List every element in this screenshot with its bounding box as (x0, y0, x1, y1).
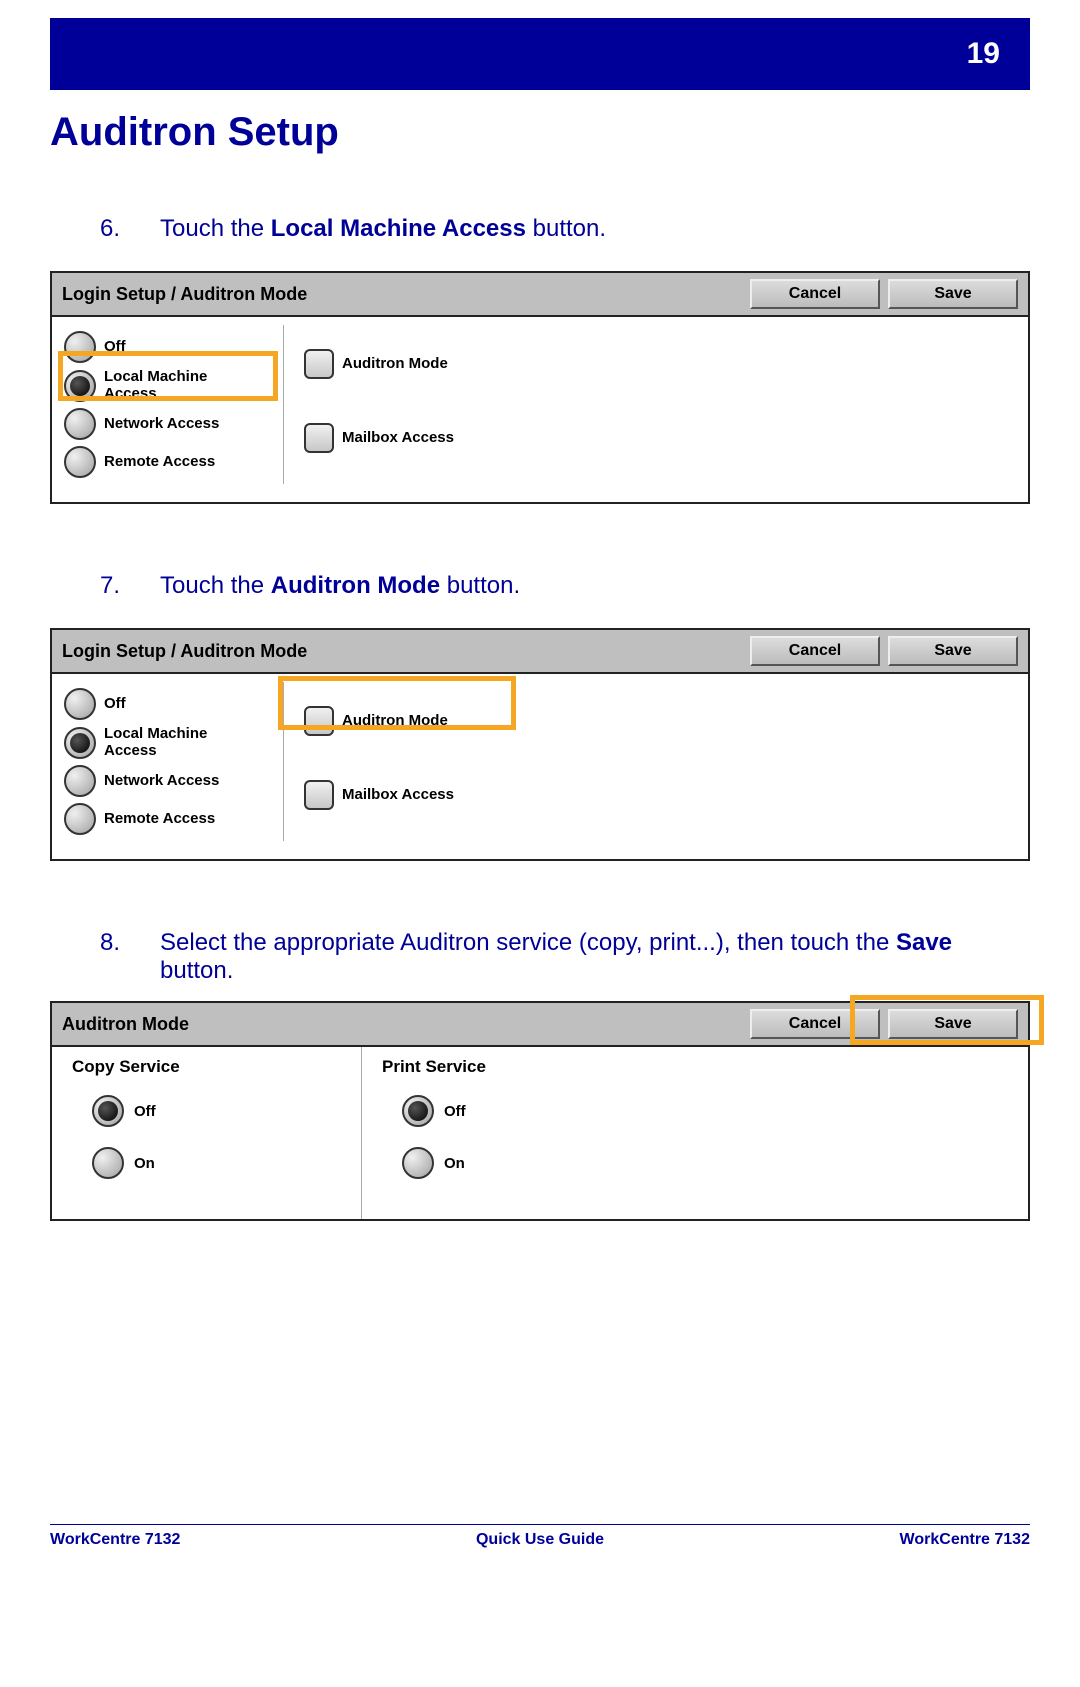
step-text: Touch the Local Machine Access button. (160, 215, 1030, 243)
print-service-col: Print Service Off On (362, 1047, 672, 1219)
panel-header: Login Setup / Auditron Mode Cancel Save (52, 273, 1028, 317)
opt-network-access[interactable]: Network Access (64, 765, 275, 797)
chapter-banner: 19 (50, 18, 1030, 90)
mode-options: Auditron Mode Mailbox Access (284, 682, 454, 841)
save-button[interactable]: Save (888, 636, 1018, 666)
opt-auditron-mode[interactable]: Auditron Mode (304, 349, 454, 379)
print-service-title: Print Service (382, 1057, 662, 1077)
checkbox-icon (304, 423, 334, 453)
print-on[interactable]: On (402, 1147, 662, 1179)
radio-icon (402, 1095, 434, 1127)
footer-left: WorkCentre 7132 (50, 1531, 180, 1549)
step-8: 8. Select the appropriate Auditron servi… (100, 929, 1030, 985)
opt-local-machine-access[interactable]: Local Machine Access (64, 369, 275, 402)
step-num: 8. (100, 929, 160, 985)
radio-icon (64, 727, 96, 759)
mode-options: Auditron Mode Mailbox Access (284, 325, 454, 484)
save-button[interactable]: Save (888, 1009, 1018, 1039)
print-off[interactable]: Off (402, 1095, 662, 1127)
radio-icon (92, 1147, 124, 1179)
cancel-button[interactable]: Cancel (750, 279, 880, 309)
step-6: 6. Touch the Local Machine Access button… (100, 215, 1030, 243)
access-options: Off Local Machine Access Network Access … (64, 682, 284, 841)
copy-off[interactable]: Off (92, 1095, 351, 1127)
opt-auditron-mode[interactable]: Auditron Mode (304, 706, 454, 736)
radio-icon (64, 446, 96, 478)
opt-off[interactable]: Off (64, 688, 275, 720)
copy-service-title: Copy Service (72, 1057, 351, 1077)
radio-icon (64, 688, 96, 720)
panel-body: Off Local Machine Access Network Access … (52, 317, 1028, 502)
panel-title: Login Setup / Auditron Mode (62, 641, 307, 662)
opt-remote-access[interactable]: Remote Access (64, 446, 275, 478)
cancel-button[interactable]: Cancel (750, 1009, 880, 1039)
copy-on[interactable]: On (92, 1147, 351, 1179)
save-button[interactable]: Save (888, 279, 1018, 309)
panel-buttons: Cancel Save (750, 636, 1018, 666)
radio-icon (402, 1147, 434, 1179)
panel-auditron-mode: Auditron Mode Cancel Save Copy Service O… (50, 1001, 1030, 1221)
step-num: 6. (100, 215, 160, 243)
radio-icon (64, 765, 96, 797)
opt-remote-access[interactable]: Remote Access (64, 803, 275, 835)
checkbox-icon (304, 349, 334, 379)
radio-icon (64, 408, 96, 440)
panel-title: Login Setup / Auditron Mode (62, 284, 307, 305)
panel-header: Auditron Mode Cancel Save (52, 1003, 1028, 1047)
step-num: 7. (100, 572, 160, 600)
panel-title: Auditron Mode (62, 1014, 189, 1035)
panel-body: Off Local Machine Access Network Access … (52, 674, 1028, 859)
opt-mailbox-access[interactable]: Mailbox Access (304, 780, 454, 810)
footer-right: WorkCentre 7132 (900, 1531, 1030, 1549)
footer: WorkCentre 7132 Quick Use Guide WorkCent… (50, 1524, 1030, 1549)
panel-buttons: Cancel Save (750, 279, 1018, 309)
footer-center: Quick Use Guide (476, 1531, 604, 1549)
radio-icon (92, 1095, 124, 1127)
page-title: Auditron Setup (50, 110, 1030, 155)
access-options: Off Local Machine Access Network Access … (64, 325, 284, 484)
step-text: Touch the Auditron Mode button. (160, 572, 1030, 600)
opt-mailbox-access[interactable]: Mailbox Access (304, 423, 454, 453)
opt-off[interactable]: Off (64, 331, 275, 363)
panel-buttons: Cancel Save (750, 1009, 1018, 1039)
opt-local-machine-access[interactable]: Local Machine Access (64, 726, 275, 759)
copy-service-col: Copy Service Off On (52, 1047, 362, 1219)
page: 19 Auditron Setup 6. Touch the Local Mac… (0, 18, 1080, 1687)
radio-icon (64, 370, 96, 402)
radio-icon (64, 331, 96, 363)
panel-login-setup-1: Login Setup / Auditron Mode Cancel Save … (50, 271, 1030, 504)
cancel-button[interactable]: Cancel (750, 636, 880, 666)
step-text: Select the appropriate Auditron service … (160, 929, 1030, 985)
panel-header: Login Setup / Auditron Mode Cancel Save (52, 630, 1028, 674)
panel-login-setup-2: Login Setup / Auditron Mode Cancel Save … (50, 628, 1030, 861)
radio-icon (64, 803, 96, 835)
checkbox-icon (304, 706, 334, 736)
checkbox-icon (304, 780, 334, 810)
panel-body: Copy Service Off On Print Service Off (52, 1047, 1028, 1219)
page-number: 19 (967, 37, 1000, 71)
opt-network-access[interactable]: Network Access (64, 408, 275, 440)
step-7: 7. Touch the Auditron Mode button. (100, 572, 1030, 600)
services: Copy Service Off On Print Service Off (52, 1047, 1028, 1219)
